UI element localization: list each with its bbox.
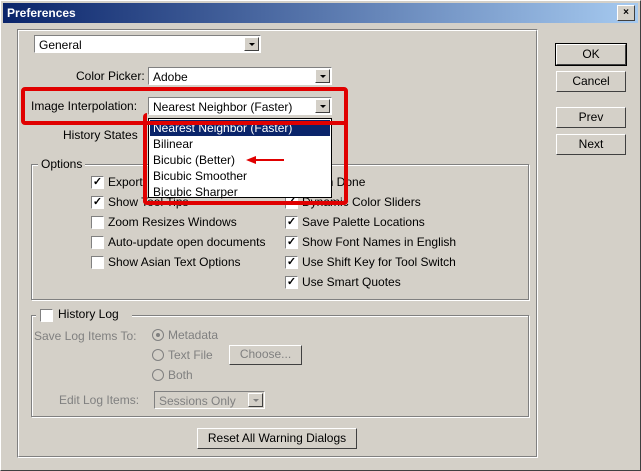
asian-text-label: Show Asian Text Options [108,255,241,269]
window-title: Preferences [7,6,76,20]
edit-log-select[interactable]: Sessions Only [154,391,265,409]
shift-key-tool-switch-checkbox[interactable]: ✓ [285,256,298,269]
export-label: Export [108,175,143,189]
title-bar[interactable]: Preferences × [3,3,638,23]
red-arrow-icon [246,156,284,164]
choose-button[interactable]: Choose... [229,345,302,365]
smart-quotes-label: Use Smart Quotes [302,275,401,289]
radio-metadata-label: Metadata [168,328,219,342]
font-names-english-label: Show Font Names in English [302,235,457,249]
preferences-window: Preferences × OK Cancel Prev Next Genera… [0,0,641,471]
show-tool-tips-checkbox[interactable]: ✓ [91,196,104,209]
font-names-english-checkbox[interactable]: ✓ [285,236,298,249]
save-palette-locations-checkbox[interactable]: ✓ [285,216,298,229]
section-select-value: General [39,38,82,52]
close-button[interactable]: × [617,5,635,21]
radio-metadata[interactable] [152,329,164,341]
prev-button[interactable]: Prev [556,107,626,128]
zoom-resizes-windows-checkbox[interactable] [91,216,104,229]
history-log-checkbox[interactable] [40,309,53,322]
reset-warning-dialogs-button[interactable]: Reset All Warning Dialogs [197,428,357,449]
export-checkbox[interactable]: ✓ [91,176,104,189]
edit-log-value: Sessions Only [159,394,236,408]
shift-key-tool-switch-label: Use Shift Key for Tool Switch [302,255,456,269]
save-log-label: Save Log Items To: [34,329,137,343]
color-picker-select[interactable]: Adobe [148,67,332,85]
asian-text-checkbox[interactable] [91,256,104,269]
section-select[interactable]: General [34,35,261,53]
history-states-label: History States [63,128,138,142]
smart-quotes-checkbox[interactable]: ✓ [285,276,298,289]
radio-text-file[interactable] [152,349,164,361]
radio-both[interactable] [152,369,164,381]
next-button[interactable]: Next [556,134,626,155]
auto-update-checkbox[interactable] [91,236,104,249]
chevron-down-icon[interactable] [244,37,259,51]
chevron-down-icon[interactable] [315,69,330,83]
cancel-button[interactable]: Cancel [556,71,626,92]
radio-both-label: Both [168,368,193,382]
zoom-resizes-windows-label: Zoom Resizes Windows [108,215,237,229]
chevron-down-icon[interactable] [248,393,263,407]
auto-update-label: Auto-update open documents [108,235,266,249]
ok-button[interactable]: OK [555,43,627,66]
options-group-title: Options [38,157,86,171]
history-log-title: History Log [58,307,119,321]
radio-text-file-label: Text File [168,348,213,362]
edit-log-label: Edit Log Items: [59,393,140,407]
color-picker-value: Adobe [153,70,188,84]
color-picker-label: Color Picker: [76,69,145,83]
save-palette-locations-label: Save Palette Locations [302,215,425,229]
